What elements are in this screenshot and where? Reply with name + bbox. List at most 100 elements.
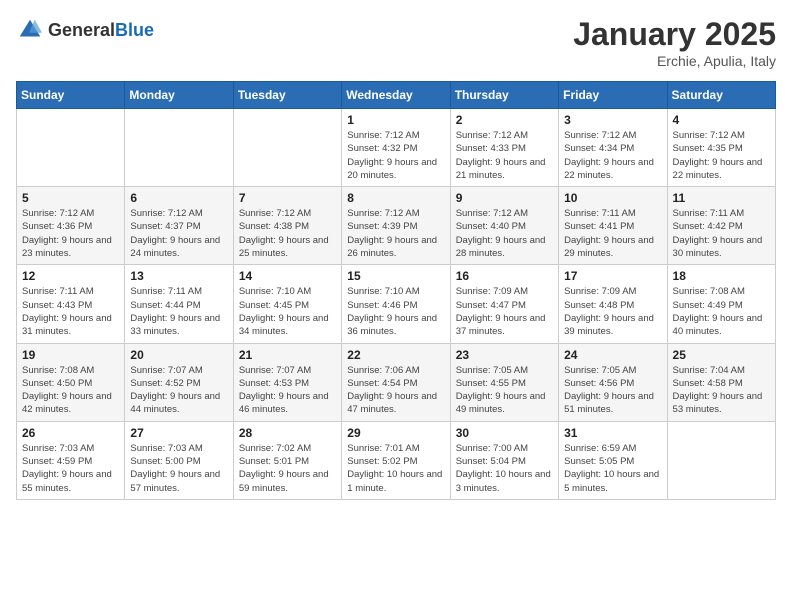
day-info: Sunrise: 7:12 AM Sunset: 4:33 PM Dayligh… <box>456 129 553 182</box>
calendar-cell <box>125 109 233 187</box>
day-number: 17 <box>564 269 661 283</box>
weekday-header-wednesday: Wednesday <box>342 82 450 109</box>
day-number: 4 <box>673 113 770 127</box>
calendar-cell: 13 Sunrise: 7:11 AM Sunset: 4:44 PM Dayli… <box>125 265 233 343</box>
calendar-cell: 3 Sunrise: 7:12 AM Sunset: 4:34 PM Daylig… <box>559 109 667 187</box>
logo-icon <box>16 16 44 44</box>
weekday-header-friday: Friday <box>559 82 667 109</box>
day-number: 19 <box>22 348 119 362</box>
day-number: 8 <box>347 191 444 205</box>
calendar-cell: 30 Sunrise: 7:00 AM Sunset: 5:04 PM Dayli… <box>450 421 558 499</box>
weekday-header-thursday: Thursday <box>450 82 558 109</box>
calendar-table: SundayMondayTuesdayWednesdayThursdayFrid… <box>16 81 776 500</box>
weekday-header-monday: Monday <box>125 82 233 109</box>
calendar-cell: 1 Sunrise: 7:12 AM Sunset: 4:32 PM Daylig… <box>342 109 450 187</box>
week-row-3: 19Sunrise: 7:08 AM Sunset: 4:50 PM Dayli… <box>17 343 776 421</box>
calendar-cell: 21 Sunrise: 7:07 AM Sunset: 4:53 PM Dayli… <box>233 343 341 421</box>
calendar-cell <box>233 109 341 187</box>
day-info: Sunrise: 7:11 AM Sunset: 4:44 PM Dayligh… <box>130 285 227 338</box>
day-number: 21 <box>239 348 336 362</box>
day-info: Sunrise: 7:12 AM Sunset: 4:35 PM Dayligh… <box>673 129 770 182</box>
day-number: 22 <box>347 348 444 362</box>
day-info: Sunrise: 7:12 AM Sunset: 4:38 PM Dayligh… <box>239 207 336 260</box>
calendar-cell: 28 Sunrise: 7:02 AM Sunset: 5:01 PM Dayli… <box>233 421 341 499</box>
day-number: 14 <box>239 269 336 283</box>
title-block: January 2025 Erchie, Apulia, Italy <box>573 16 776 69</box>
day-number: 3 <box>564 113 661 127</box>
page-header: GeneralBlue January 2025 Erchie, Apulia,… <box>16 16 776 69</box>
calendar-cell: 19Sunrise: 7:08 AM Sunset: 4:50 PM Dayli… <box>17 343 125 421</box>
day-number: 20 <box>130 348 227 362</box>
day-info: Sunrise: 7:09 AM Sunset: 4:47 PM Dayligh… <box>456 285 553 338</box>
calendar-cell: 26 Sunrise: 7:03 AM Sunset: 4:59 PM Dayli… <box>17 421 125 499</box>
day-info: Sunrise: 7:11 AM Sunset: 4:41 PM Dayligh… <box>564 207 661 260</box>
calendar-cell: 9 Sunrise: 7:12 AM Sunset: 4:40 PM Daylig… <box>450 187 558 265</box>
day-info: Sunrise: 7:12 AM Sunset: 4:39 PM Dayligh… <box>347 207 444 260</box>
day-number: 5 <box>22 191 119 205</box>
day-info: Sunrise: 7:06 AM Sunset: 4:54 PM Dayligh… <box>347 364 444 417</box>
day-number: 30 <box>456 426 553 440</box>
calendar-cell: 23 Sunrise: 7:05 AM Sunset: 4:55 PM Dayli… <box>450 343 558 421</box>
weekday-header-tuesday: Tuesday <box>233 82 341 109</box>
day-number: 28 <box>239 426 336 440</box>
calendar-cell: 18Sunrise: 7:08 AM Sunset: 4:49 PM Dayli… <box>667 265 775 343</box>
day-info: Sunrise: 7:12 AM Sunset: 4:36 PM Dayligh… <box>22 207 119 260</box>
calendar-cell: 12 Sunrise: 7:11 AM Sunset: 4:43 PM Dayli… <box>17 265 125 343</box>
calendar-cell <box>667 421 775 499</box>
logo-blue: Blue <box>115 20 154 40</box>
day-number: 31 <box>564 426 661 440</box>
week-row-0: 1 Sunrise: 7:12 AM Sunset: 4:32 PM Daylig… <box>17 109 776 187</box>
calendar-cell: 8 Sunrise: 7:12 AM Sunset: 4:39 PM Daylig… <box>342 187 450 265</box>
day-info: Sunrise: 7:04 AM Sunset: 4:58 PM Dayligh… <box>673 364 770 417</box>
calendar-cell: 20 Sunrise: 7:07 AM Sunset: 4:52 PM Dayli… <box>125 343 233 421</box>
day-info: Sunrise: 7:03 AM Sunset: 4:59 PM Dayligh… <box>22 442 119 495</box>
calendar-cell: 4 Sunrise: 7:12 AM Sunset: 4:35 PM Daylig… <box>667 109 775 187</box>
month-title: January 2025 <box>573 16 776 53</box>
day-number: 16 <box>456 269 553 283</box>
day-info: Sunrise: 7:12 AM Sunset: 4:37 PM Dayligh… <box>130 207 227 260</box>
location-title: Erchie, Apulia, Italy <box>573 53 776 69</box>
day-number: 11 <box>673 191 770 205</box>
day-number: 10 <box>564 191 661 205</box>
day-number: 24 <box>564 348 661 362</box>
day-info: Sunrise: 7:12 AM Sunset: 4:32 PM Dayligh… <box>347 129 444 182</box>
day-info: Sunrise: 7:11 AM Sunset: 4:43 PM Dayligh… <box>22 285 119 338</box>
day-info: Sunrise: 7:01 AM Sunset: 5:02 PM Dayligh… <box>347 442 444 495</box>
day-number: 6 <box>130 191 227 205</box>
day-number: 9 <box>456 191 553 205</box>
day-number: 25 <box>673 348 770 362</box>
day-info: Sunrise: 7:12 AM Sunset: 4:34 PM Dayligh… <box>564 129 661 182</box>
day-number: 7 <box>239 191 336 205</box>
calendar-cell: 14Sunrise: 7:10 AM Sunset: 4:45 PM Dayli… <box>233 265 341 343</box>
week-row-1: 5 Sunrise: 7:12 AM Sunset: 4:36 PM Daylig… <box>17 187 776 265</box>
day-info: Sunrise: 7:02 AM Sunset: 5:01 PM Dayligh… <box>239 442 336 495</box>
day-info: Sunrise: 7:12 AM Sunset: 4:40 PM Dayligh… <box>456 207 553 260</box>
weekday-header-saturday: Saturday <box>667 82 775 109</box>
calendar-cell: 6 Sunrise: 7:12 AM Sunset: 4:37 PM Daylig… <box>125 187 233 265</box>
day-number: 26 <box>22 426 119 440</box>
day-number: 2 <box>456 113 553 127</box>
calendar-cell: 2 Sunrise: 7:12 AM Sunset: 4:33 PM Daylig… <box>450 109 558 187</box>
weekday-header-row: SundayMondayTuesdayWednesdayThursdayFrid… <box>17 82 776 109</box>
day-info: Sunrise: 7:03 AM Sunset: 5:00 PM Dayligh… <box>130 442 227 495</box>
weekday-header-sunday: Sunday <box>17 82 125 109</box>
day-number: 13 <box>130 269 227 283</box>
day-info: Sunrise: 7:07 AM Sunset: 4:53 PM Dayligh… <box>239 364 336 417</box>
day-info: Sunrise: 6:59 AM Sunset: 5:05 PM Dayligh… <box>564 442 661 495</box>
day-number: 15 <box>347 269 444 283</box>
day-number: 12 <box>22 269 119 283</box>
calendar-cell: 22 Sunrise: 7:06 AM Sunset: 4:54 PM Dayli… <box>342 343 450 421</box>
logo: GeneralBlue <box>16 16 154 44</box>
day-info: Sunrise: 7:07 AM Sunset: 4:52 PM Dayligh… <box>130 364 227 417</box>
calendar-cell: 15 Sunrise: 7:10 AM Sunset: 4:46 PM Dayli… <box>342 265 450 343</box>
day-number: 1 <box>347 113 444 127</box>
logo-general: General <box>48 20 115 40</box>
calendar-cell: 7 Sunrise: 7:12 AM Sunset: 4:38 PM Daylig… <box>233 187 341 265</box>
calendar-cell: 25 Sunrise: 7:04 AM Sunset: 4:58 PM Dayli… <box>667 343 775 421</box>
day-info: Sunrise: 7:05 AM Sunset: 4:55 PM Dayligh… <box>456 364 553 417</box>
day-info: Sunrise: 7:09 AM Sunset: 4:48 PM Dayligh… <box>564 285 661 338</box>
day-info: Sunrise: 7:00 AM Sunset: 5:04 PM Dayligh… <box>456 442 553 495</box>
day-info: Sunrise: 7:10 AM Sunset: 4:46 PM Dayligh… <box>347 285 444 338</box>
calendar-cell: 27Sunrise: 7:03 AM Sunset: 5:00 PM Dayli… <box>125 421 233 499</box>
day-number: 23 <box>456 348 553 362</box>
